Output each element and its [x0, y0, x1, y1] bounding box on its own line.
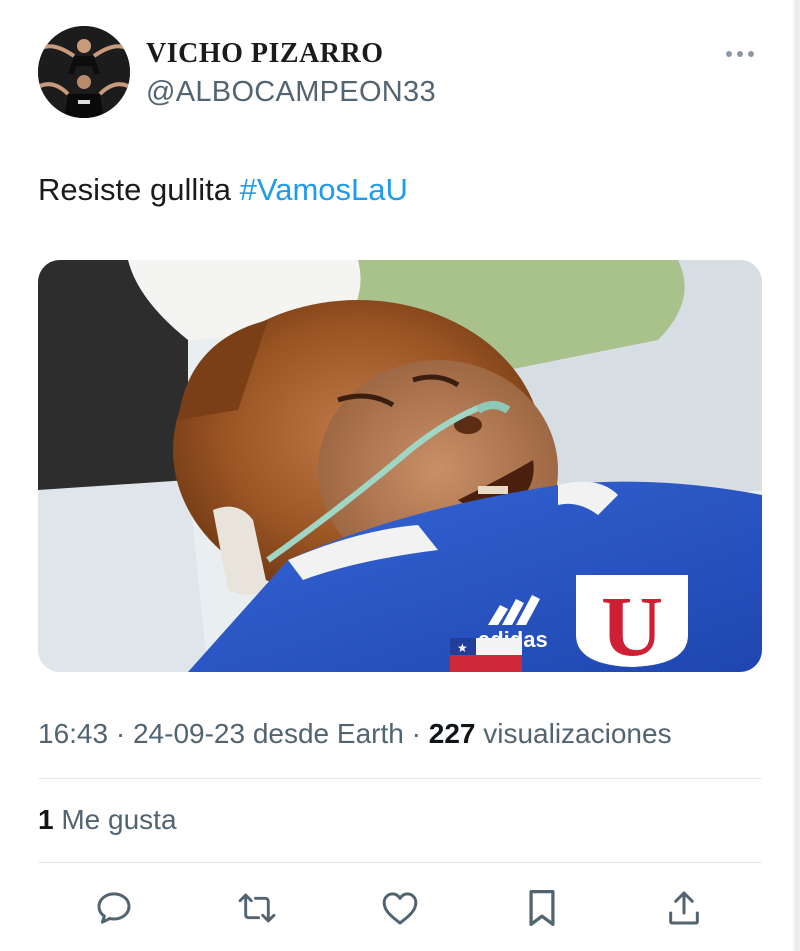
- tweet-date[interactable]: 24-09-23: [133, 718, 245, 749]
- tweet-meta: 16:43 · 24-09-23 desde Earth · 227 visua…: [38, 718, 672, 749]
- user-handle[interactable]: @ALBOCAMPEON33: [146, 76, 436, 109]
- tweet-text: Resiste gullita #VamosLaU: [38, 172, 408, 208]
- more-dots-icon[interactable]: [720, 42, 760, 66]
- likes-count: 1: [38, 804, 54, 835]
- source-prefix: desde: [252, 718, 330, 749]
- tweet-body: Resiste gullita: [38, 172, 231, 207]
- divider: [38, 862, 762, 863]
- tweet-header: VICHO PIZARRO @ALBOCAMPEON33: [38, 26, 768, 121]
- bookmark-icon[interactable]: [520, 886, 564, 930]
- action-bar: [38, 880, 762, 936]
- window-edge: [792, 0, 800, 951]
- display-name[interactable]: VICHO PIZARRO: [146, 38, 384, 70]
- views-count: 227: [428, 718, 476, 749]
- crest-letter: U: [601, 578, 663, 672]
- retweet-icon[interactable]: [235, 886, 279, 930]
- divider: [38, 778, 762, 779]
- tweet-source: Earth: [336, 718, 404, 749]
- svg-text:★: ★: [457, 641, 468, 655]
- share-upload-icon[interactable]: [662, 886, 706, 930]
- avatar[interactable]: [38, 26, 130, 118]
- likes-link[interactable]: 1 Me gusta: [38, 804, 177, 836]
- tweet-media-image[interactable]: adidas ★ U: [38, 260, 762, 672]
- hashtag-link[interactable]: #VamosLaU: [240, 172, 408, 207]
- tweet-time[interactable]: 16:43: [38, 718, 108, 749]
- reply-bubble-icon[interactable]: [92, 886, 136, 930]
- likes-label: Me gusta: [61, 804, 177, 835]
- heart-icon[interactable]: [378, 886, 422, 930]
- views-label: visualizaciones: [483, 718, 672, 749]
